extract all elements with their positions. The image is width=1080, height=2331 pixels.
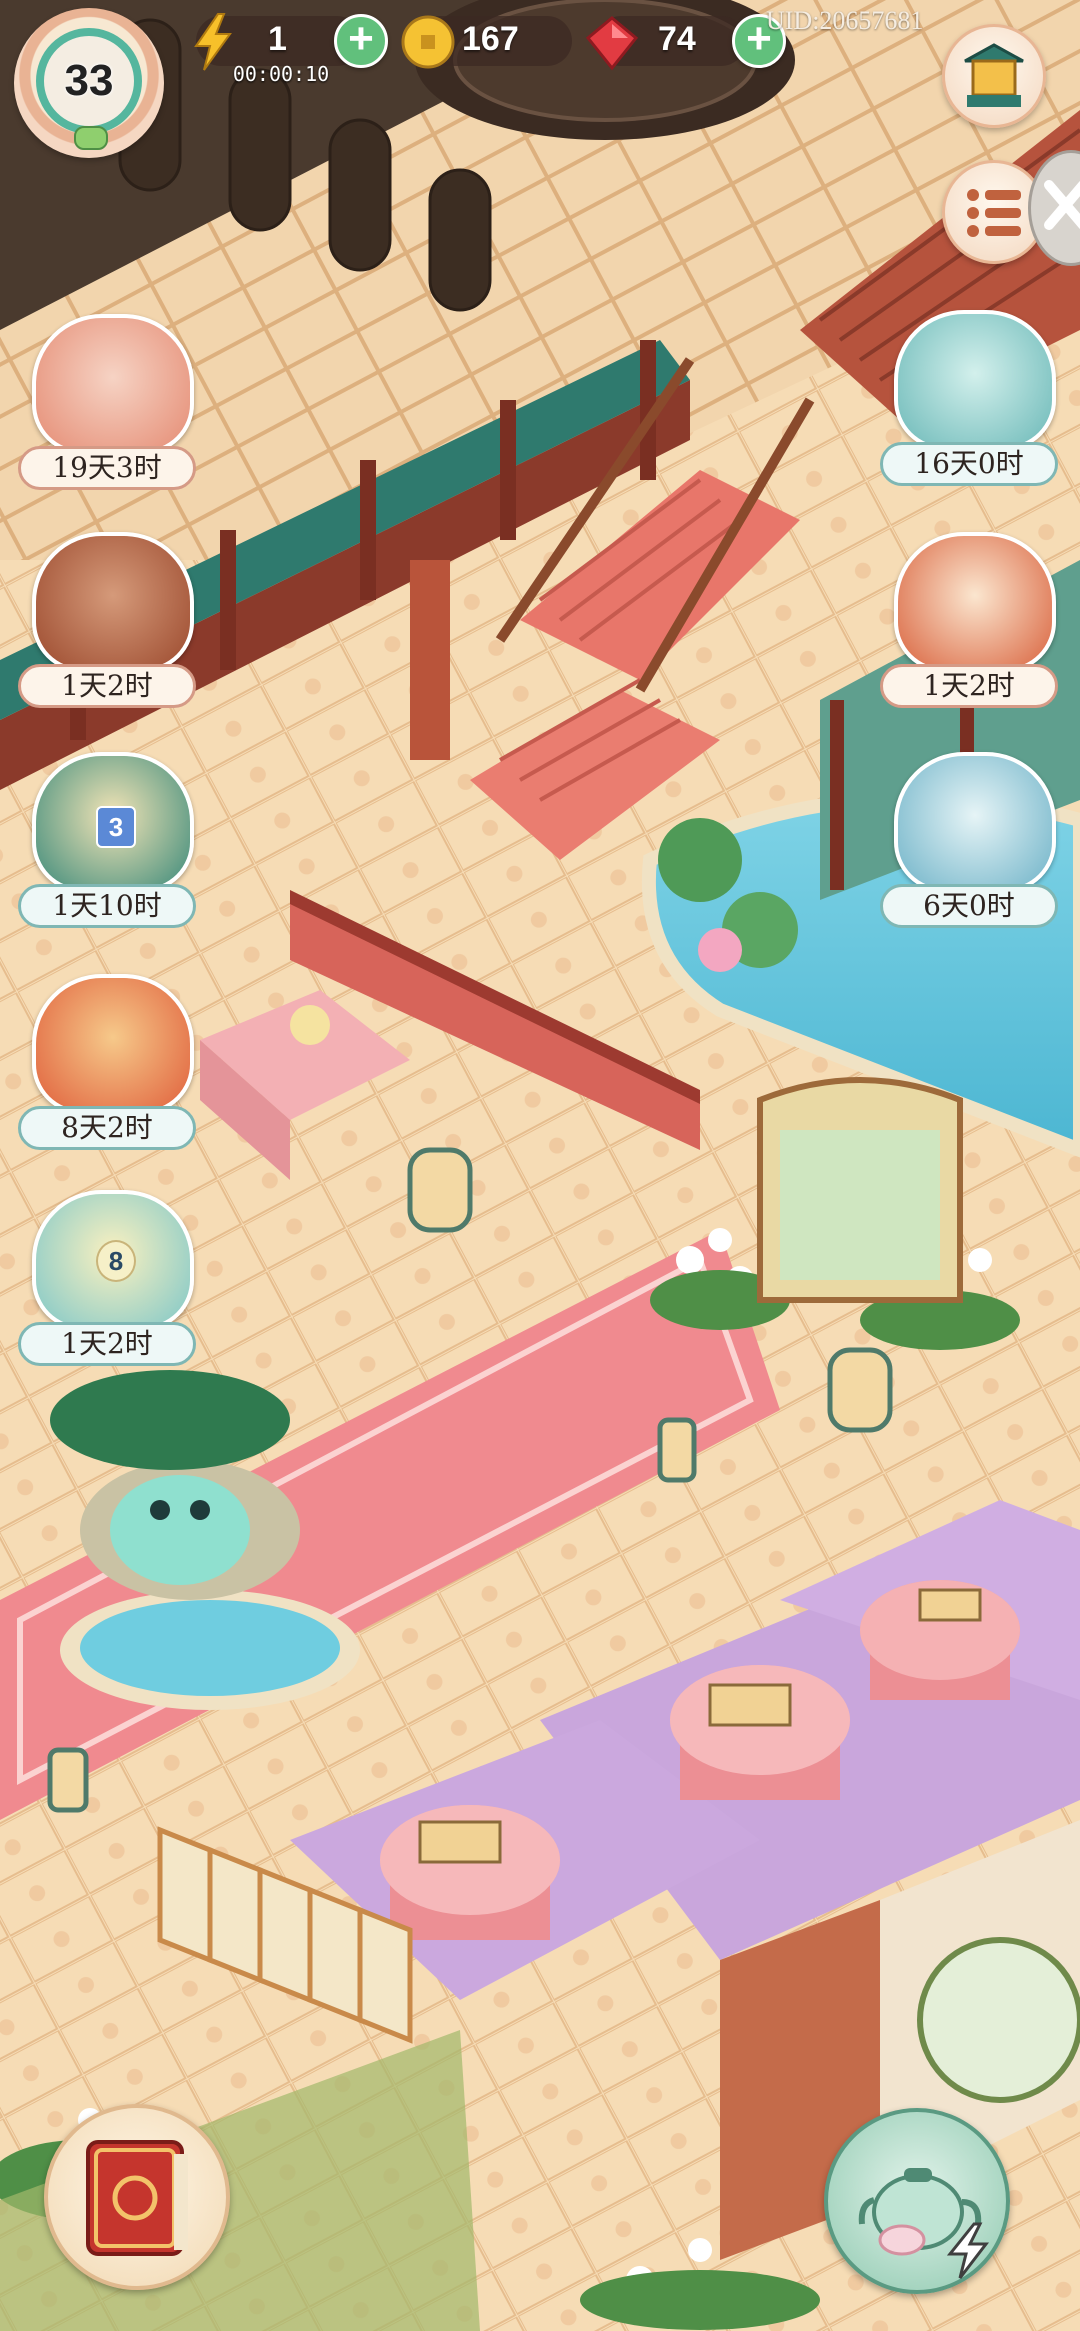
energy-value: 1 (268, 20, 287, 58)
coin-icon (401, 15, 455, 69)
leaf-icon (74, 126, 108, 150)
event-level-badge: 3 (96, 806, 136, 848)
event-lotus-8[interactable]: 8 1天2时 (18, 1190, 208, 1370)
energy-timer: 00:00:10 (232, 62, 330, 86)
player-level-badge[interactable]: 33 (14, 8, 164, 158)
recipe-book-button[interactable] (44, 2104, 230, 2290)
event-lucky-cat[interactable]: 1天2时 (880, 532, 1070, 712)
scroll-books-icon (32, 314, 194, 454)
coin-value: 167 (462, 20, 519, 58)
event-timer-label: 1天2时 (18, 1322, 196, 1366)
event-timer-label: 8天2时 (18, 1106, 196, 1150)
quick-action-icon (946, 2222, 990, 2279)
gem-value: 74 (658, 20, 696, 58)
event-shop-3[interactable]: 3 1天10时 (18, 752, 208, 932)
add-energy-button[interactable]: + (334, 14, 388, 68)
event-book-scroll[interactable]: 19天3时 (18, 314, 208, 494)
teapot-icon (32, 532, 194, 672)
list-icon (967, 189, 1021, 237)
close-icon (1044, 180, 1080, 230)
autumn-bowl-icon (32, 974, 194, 1114)
event-timer-label: 16天0时 (880, 442, 1058, 486)
bath-cat-icon (894, 310, 1056, 450)
event-timer-label: 1天2时 (18, 664, 196, 708)
event-level-badge: 8 (96, 1240, 136, 1282)
event-timer-label: 1天10时 (18, 884, 196, 928)
event-bath-cat[interactable]: 16天0时 (880, 310, 1070, 490)
event-timer-label: 19天3时 (18, 446, 196, 490)
event-timer-label: 6天0时 (880, 884, 1058, 928)
red-book-icon (86, 2140, 188, 2256)
pavilion-icon (964, 43, 1024, 107)
gift-cat-icon (894, 752, 1056, 892)
event-gift-cat[interactable]: 6天0时 (880, 752, 1070, 932)
player-level-number: 33 (64, 56, 114, 105)
game-screen: 33 1 00:00:10 + 167 74 + UID:20657681 19… (0, 0, 1080, 2331)
lucky-cat-icon (894, 532, 1056, 672)
tea-brewing-button[interactable] (824, 2108, 1010, 2294)
shop-pavilion-button[interactable] (942, 24, 1046, 128)
event-autumn-bowl[interactable]: 8天2时 (18, 974, 208, 1154)
event-tea-set[interactable]: 1天2时 (18, 532, 208, 712)
user-id: UID:20657681 (766, 6, 924, 35)
event-timer-label: 1天2时 (880, 664, 1058, 708)
red-gem-icon (585, 16, 639, 71)
